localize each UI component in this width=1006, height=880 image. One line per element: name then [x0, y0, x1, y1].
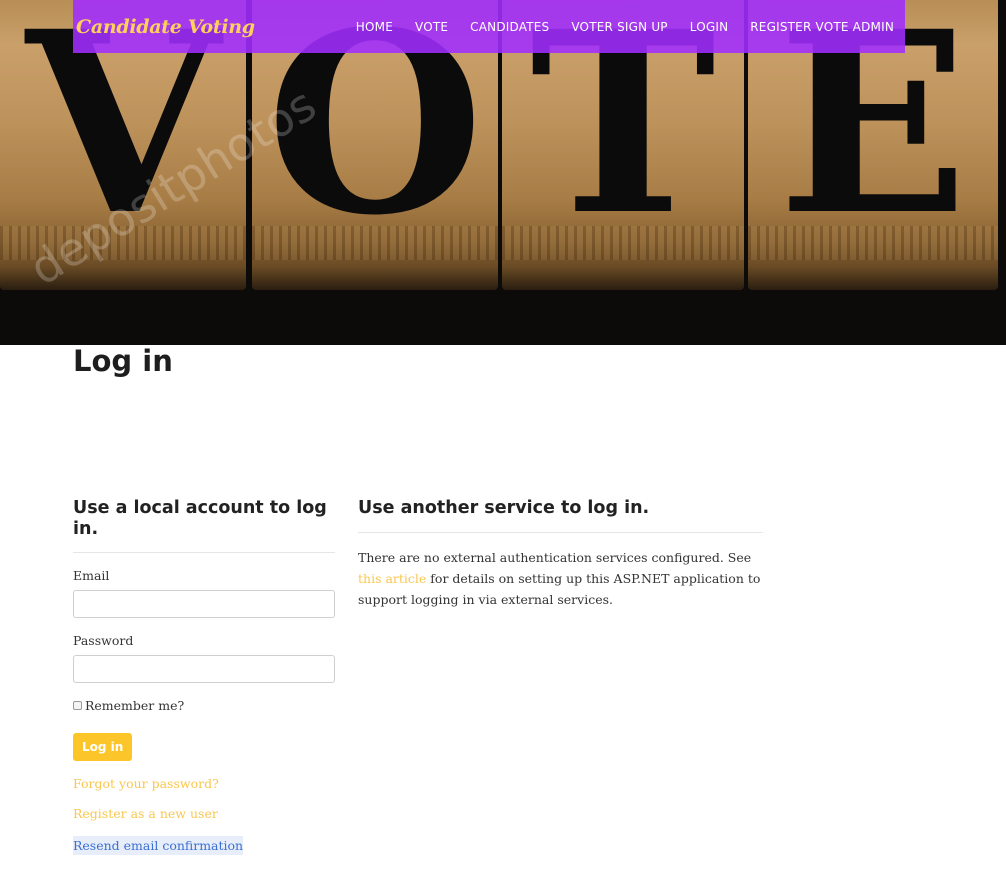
main-nav: HOME VOTE CANDIDATES VOTER SIGN UP LOGIN…	[356, 20, 894, 34]
local-login-section: Use a local account to log in. Email Pas…	[73, 498, 335, 855]
top-navbar: Candidate Voting HOME VOTE CANDIDATES VO…	[73, 0, 905, 53]
external-login-heading: Use another service to log in.	[358, 498, 763, 533]
email-field[interactable]	[73, 590, 335, 618]
page-title: Log in	[73, 344, 173, 378]
nav-home[interactable]: HOME	[356, 20, 393, 34]
remember-me-label[interactable]: Remember me?	[85, 698, 184, 713]
brand-logo[interactable]: Candidate Voting	[76, 16, 255, 38]
nav-register-vote-admin[interactable]: REGISTER VOTE ADMIN	[750, 20, 894, 34]
nav-candidates[interactable]: CANDIDATES	[470, 20, 549, 34]
nav-vote[interactable]: VOTE	[415, 20, 448, 34]
description-text: There are no external authentication ser…	[358, 550, 752, 565]
external-login-section: Use another service to log in. There are…	[358, 498, 763, 610]
this-article-link[interactable]: this article	[358, 571, 426, 586]
register-link[interactable]: Register as a new user	[73, 806, 335, 821]
resend-confirmation-link[interactable]: Resend email confirmation	[73, 836, 244, 855]
login-button[interactable]: Log in	[73, 733, 133, 761]
password-label: Password	[73, 633, 134, 648]
remember-me-row: Remember me?	[73, 698, 335, 713]
external-login-description: There are no external authentication ser…	[358, 547, 763, 610]
nav-voter-sign-up[interactable]: VOTER SIGN UP	[571, 20, 667, 34]
password-field[interactable]	[73, 655, 335, 683]
local-login-heading: Use a local account to log in.	[73, 498, 335, 553]
remember-me-checkbox[interactable]	[73, 701, 82, 710]
nav-login[interactable]: LOGIN	[690, 20, 729, 34]
forgot-password-link[interactable]: Forgot your password?	[73, 776, 335, 791]
email-label: Email	[73, 568, 110, 583]
